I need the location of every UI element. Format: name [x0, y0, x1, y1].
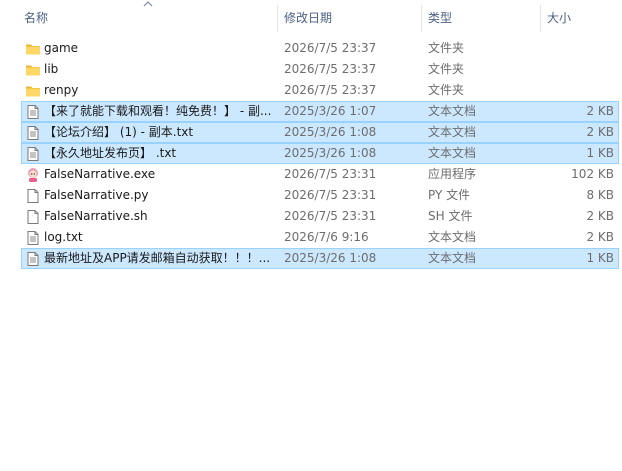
folder-icon [25, 41, 41, 57]
app-exe-icon [25, 167, 41, 183]
file-name: renpy [44, 83, 79, 97]
file-type: 文件夹 [428, 83, 465, 97]
file-explorer: 名称 修改日期 类型 大小 game 2026/7/5 23:37 文件夹 lib 20… [0, 0, 622, 471]
file-row[interactable]: renpy 2026/7/5 23:37 文件夹 [21, 80, 619, 101]
file-type: 文本文档 [428, 251, 477, 265]
file-row[interactable]: game 2026/7/5 23:37 文件夹 [21, 38, 619, 59]
file-date-modified: 2026/7/5 23:37 [284, 41, 377, 55]
file-type: 文件夹 [428, 41, 465, 55]
file-size: 2 KB [586, 230, 614, 244]
file-row[interactable]: log.txt 2026/7/6 9:16 文本文档 2 KB [21, 227, 619, 248]
file-name: game [44, 41, 79, 55]
file-date-modified: 2026/7/5 23:37 [284, 83, 377, 97]
file-size [544, 81, 614, 100]
file-name: FalseNarrative.sh [44, 209, 148, 223]
folder-icon [25, 62, 41, 78]
column-header-type[interactable]: 类型 [422, 0, 540, 36]
file-size: 1 KB [586, 146, 614, 160]
file-size: 102 KB [571, 167, 614, 181]
file-name: lib [44, 62, 59, 76]
text-document-icon [25, 146, 41, 162]
file-row[interactable]: 【论坛介绍】 (1) - 副本.txt 2025/3/26 1:08 文本文档 2 K… [21, 122, 619, 143]
file-row[interactable]: FalseNarrative.exe 2026/7/5 23:31 应用程序 102 … [21, 164, 619, 185]
file-type: SH 文件 [428, 209, 473, 223]
column-header-size[interactable]: 大小 [541, 0, 622, 36]
file-type: PY 文件 [428, 188, 471, 202]
file-name: 最新地址及APP请发邮箱自动获取！！！... [44, 251, 271, 265]
text-document-icon [25, 104, 41, 120]
file-size: 1 KB [586, 251, 614, 265]
file-row[interactable]: 最新地址及APP请发邮箱自动获取！！！... 2025/3/26 1:08 文本文档… [21, 248, 619, 269]
file-size: 8 KB [586, 188, 614, 202]
folder-icon [25, 83, 41, 99]
file-name: log.txt [44, 230, 83, 244]
blank-file-icon [25, 209, 41, 225]
file-row[interactable]: 【来了就能下载和观看！纯免费！】 - 副... 2025/3/26 1:07 文本文… [21, 101, 619, 122]
file-date-modified: 2025/3/26 1:08 [284, 251, 377, 265]
file-name: FalseNarrative.py [44, 188, 149, 202]
file-name: 【论坛介绍】 (1) - 副本.txt [44, 125, 194, 139]
file-row[interactable]: lib 2026/7/5 23:37 文件夹 [21, 59, 619, 80]
file-size: 2 KB [586, 209, 614, 223]
blank-file-icon [25, 188, 41, 204]
file-row[interactable]: FalseNarrative.py 2026/7/5 23:31 PY 文件 8 KB [21, 185, 619, 206]
file-type: 应用程序 [428, 167, 477, 181]
file-type: 文件夹 [428, 62, 465, 76]
text-document-icon [25, 125, 41, 141]
file-type: 文本文档 [428, 146, 477, 160]
file-size: 2 KB [586, 104, 614, 118]
file-date-modified: 2026/7/5 23:31 [284, 167, 377, 181]
file-date-modified: 2025/3/26 1:08 [284, 146, 377, 160]
text-document-icon [25, 230, 41, 246]
file-date-modified: 2026/7/5 23:31 [284, 209, 377, 223]
file-name: FalseNarrative.exe [44, 167, 156, 181]
file-name: 【来了就能下载和观看！纯免费！】 - 副... [44, 104, 272, 118]
file-date-modified: 2026/7/5 23:31 [284, 188, 377, 202]
column-header-bar: 名称 修改日期 类型 大小 [0, 0, 622, 36]
file-date-modified: 2025/3/26 1:08 [284, 125, 377, 139]
file-row[interactable]: 【永久地址发布页】 .txt 2025/3/26 1:08 文本文档 1 KB [21, 143, 619, 164]
text-document-icon [25, 251, 41, 267]
column-header-name[interactable]: 名称 [18, 0, 277, 36]
file-size [544, 39, 614, 58]
file-type: 文本文档 [428, 125, 477, 139]
file-type: 文本文档 [428, 104, 477, 118]
file-date-modified: 2025/3/26 1:07 [284, 104, 377, 118]
file-date-modified: 2026/7/5 23:37 [284, 62, 377, 76]
file-date-modified: 2026/7/6 9:16 [284, 230, 369, 244]
file-size: 2 KB [586, 125, 614, 139]
file-row[interactable]: FalseNarrative.sh 2026/7/5 23:31 SH 文件 2 KB [21, 206, 619, 227]
file-type: 文本文档 [428, 230, 477, 244]
column-header-date[interactable]: 修改日期 [278, 0, 421, 36]
file-name: 【永久地址发布页】 .txt [44, 146, 177, 160]
file-size [544, 60, 614, 79]
